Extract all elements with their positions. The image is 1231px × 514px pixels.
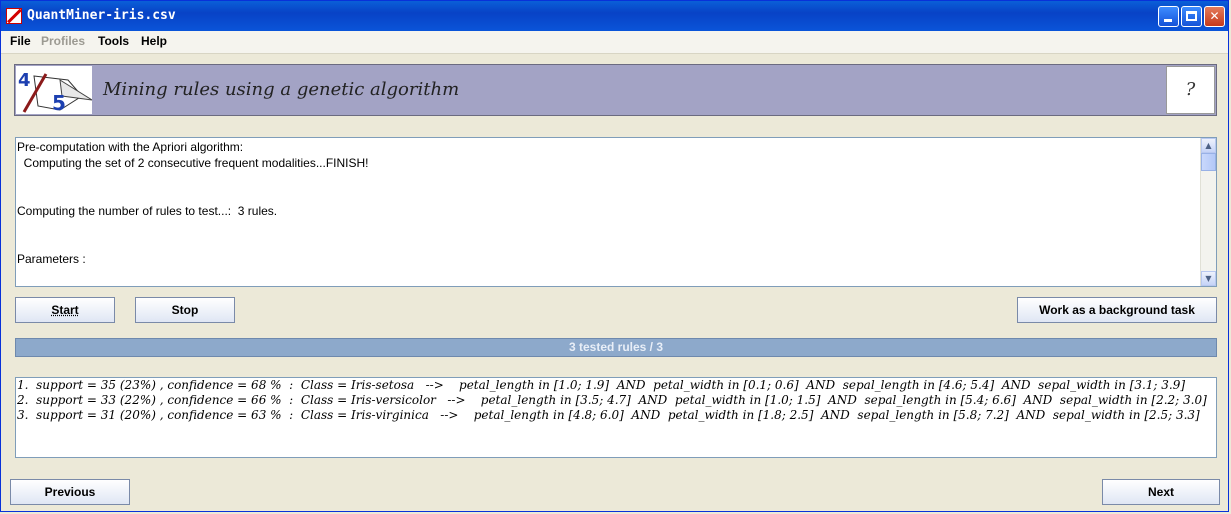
maximize-icon (1186, 11, 1197, 21)
close-button[interactable]: ✕ (1204, 6, 1225, 27)
maximize-button[interactable] (1181, 6, 1202, 27)
title-bar[interactable]: QuantMiner-iris.csv ✕ (1, 1, 1228, 31)
window-title: QuantMiner-iris.csv (27, 8, 176, 23)
close-icon: ✕ (1209, 9, 1220, 23)
help-button[interactable]: ? (1166, 66, 1215, 114)
header-banner: 4 5 Mining rules using a genetic algorit… (14, 64, 1217, 116)
stop-button[interactable]: Stop (135, 297, 235, 323)
menu-profiles[interactable]: Profiles (41, 34, 85, 48)
rules-result-area[interactable]: 1. support = 35 (23%) , confidence = 68 … (15, 377, 1217, 458)
logo-text-bottom: 5 (52, 91, 66, 114)
menu-help[interactable]: Help (141, 34, 167, 48)
page-title: Mining rules using a genetic algorithm (103, 79, 460, 100)
quantminer-logo: 4 5 (16, 66, 93, 115)
menu-tools[interactable]: Tools (98, 34, 129, 48)
scroll-down-icon[interactable]: ▼ (1201, 271, 1216, 286)
log-line: Computing the set of 2 consecutive frequ… (17, 156, 369, 170)
log-textarea[interactable]: Pre-computation with the Apriori algorit… (15, 137, 1217, 287)
rule-line: 2. support = 33 (22%) , confidence = 66 … (17, 393, 1207, 407)
next-button[interactable]: Next (1102, 479, 1220, 505)
app-icon (6, 8, 22, 24)
minimize-icon (1164, 19, 1172, 22)
progress-text: 3 tested rules / 3 (568, 340, 664, 354)
rule-line: 3. support = 31 (20%) , confidence = 63 … (17, 408, 1200, 422)
rule-line: 1. support = 35 (23%) , confidence = 68 … (17, 378, 1186, 392)
minimize-button[interactable] (1158, 6, 1179, 27)
log-line: Pre-computation with the Apriori algorit… (17, 140, 244, 154)
scroll-up-icon[interactable]: ▲ (1201, 138, 1216, 153)
log-line: Parameters : (17, 252, 86, 266)
previous-button[interactable]: Previous (10, 479, 130, 505)
app-window: QuantMiner-iris.csv ✕ File Profiles Tool… (0, 0, 1229, 512)
start-button[interactable]: Start (15, 297, 115, 323)
menu-bar: File Profiles Tools Help (1, 31, 1228, 54)
scroll-thumb[interactable] (1201, 153, 1216, 171)
progress-bar: 3 tested rules / 3 (15, 338, 1217, 357)
logo-text-top: 4 (18, 70, 31, 91)
background-task-button[interactable]: Work as a background task (1017, 297, 1217, 323)
menu-file[interactable]: File (10, 34, 31, 48)
log-scrollbar[interactable]: ▲ ▼ (1200, 138, 1216, 286)
log-line: Computing the number of rules to test...… (17, 204, 278, 218)
